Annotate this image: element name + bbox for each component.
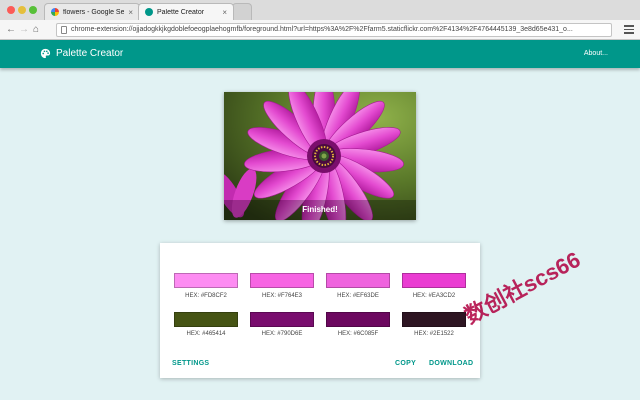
hex-label: HEX: #F764E3 [261,293,303,299]
color-swatch[interactable] [402,312,466,327]
close-icon[interactable]: × [128,8,133,17]
hamburger-menu-icon[interactable] [624,25,634,34]
tab-label: flowers - Google Search [63,8,125,16]
color-swatch[interactable] [402,273,466,288]
hex-label: HEX: #EA3CD2 [412,293,456,299]
download-button[interactable]: DOWNLOAD [429,360,473,367]
color-swatch[interactable] [326,273,390,288]
back-arrow-icon[interactable]: ← [6,23,16,37]
browser-toolbar: ← → ⌂ chrome-extension://ojjadogkkjkgdob… [0,20,640,40]
copy-button[interactable]: COPY [395,360,416,367]
color-swatch[interactable] [174,273,238,288]
tab-palette-creator[interactable]: Palette Creator × [138,3,234,20]
hex-label: HEX: #2E1522 [414,331,454,337]
status-label: Finished! [224,200,416,220]
palette-icon [145,8,153,16]
tab-google-search[interactable]: flowers - Google Search × [44,3,140,20]
hex-label: HEX: #465414 [186,331,226,337]
hex-label: HEX: #EF63DE [337,293,379,299]
page-icon [61,26,67,34]
color-swatch[interactable] [250,273,314,288]
app-bar: Palette Creator About... [0,40,640,68]
about-link[interactable]: About... [584,47,608,61]
hex-label: HEX: #FD8CF2 [185,293,227,299]
home-icon[interactable]: ⌂ [33,23,39,37]
settings-button[interactable]: SETTINGS [172,360,209,367]
window-minimize-button[interactable] [18,6,26,14]
color-swatch[interactable] [174,312,238,327]
address-bar[interactable]: chrome-extension://ojjadogkkjkgdoblefoeo… [56,23,612,37]
hex-label: HEX: #790D6E [261,331,303,337]
image-preview-card: Finished! [224,92,416,220]
forward-arrow-icon[interactable]: → [19,23,29,37]
hex-label: HEX: #6C085F [337,331,379,337]
color-swatch[interactable] [326,312,390,327]
close-icon[interactable]: × [222,8,227,17]
tab-label: Palette Creator [157,8,205,16]
window-zoom-button[interactable] [29,6,37,14]
new-tab-button[interactable] [232,3,252,20]
palette-card: HEX: #FD8CF2 HEX: #F764E3 HEX: #EF63DE H… [160,243,480,378]
palette-icon [40,48,51,59]
browser-titlebar: flowers - Google Search × Palette Creato… [0,0,640,21]
color-swatch[interactable] [250,312,314,327]
google-icon [51,8,59,16]
app-title: Palette Creator [56,48,124,59]
window-close-button[interactable] [7,6,15,14]
address-text: chrome-extension://ojjadogkkjkgdoblefoeo… [71,26,573,33]
